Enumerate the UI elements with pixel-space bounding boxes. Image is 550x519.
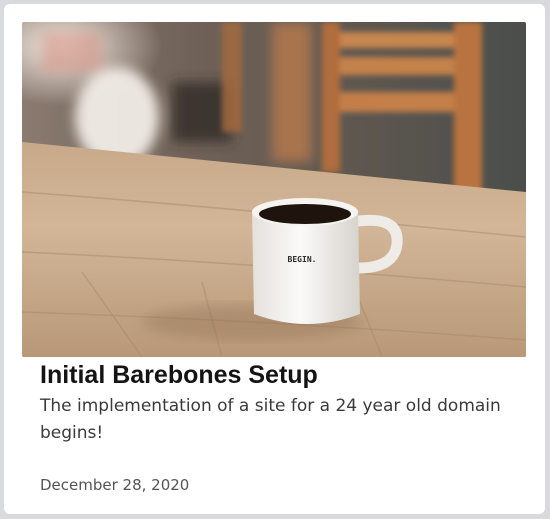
post-card[interactable]: BEGIN. Initial Barebones Setup The imple…	[4, 4, 545, 514]
coffee-mug-photo: BEGIN.	[22, 22, 526, 357]
post-title[interactable]: Initial Barebones Setup	[40, 357, 520, 393]
post-excerpt: The implementation of a site for a 24 ye…	[40, 396, 501, 443]
post-date: December 28, 2020	[40, 476, 190, 494]
mug-text: BEGIN.	[288, 255, 317, 264]
post-cover-image[interactable]: BEGIN.	[22, 22, 526, 357]
